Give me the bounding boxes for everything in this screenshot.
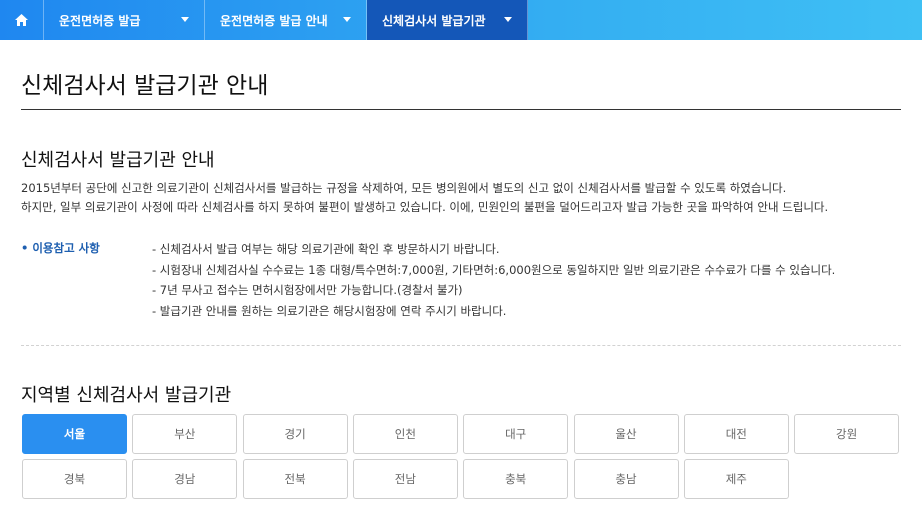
section-title: 신체검사서 발급기관 안내 xyxy=(21,150,215,171)
notice-item: - 신체검사서 발급 여부는 해당 의료기관에 확인 후 방문하시기 바랍니다. xyxy=(152,242,500,256)
region-button-ulsan[interactable]: 울산 xyxy=(573,414,679,454)
nav-menu-license-issue-guide[interactable]: 운전면허증 발급 안내 xyxy=(205,0,367,40)
page-title: 신체검사서 발급기관 안내 xyxy=(21,73,269,99)
region-button-jeonnam[interactable]: 전남 xyxy=(352,459,458,499)
nav-menu-label: 운전면허증 발급 안내 xyxy=(220,14,328,28)
title-divider xyxy=(21,109,901,110)
nav-menu-license-issue[interactable]: 운전면허증 발급 xyxy=(44,0,205,40)
top-navigation: 운전면허증 발급 운전면허증 발급 안내 신체검사서 발급기관 xyxy=(0,0,922,40)
section-divider xyxy=(21,345,901,346)
region-button-gyeongbuk[interactable]: 경북 xyxy=(22,459,127,499)
notice-label: • 이용참고 사항 xyxy=(21,241,100,255)
region-button-chungbuk[interactable]: 충북 xyxy=(463,459,569,499)
region-section-title: 지역별 신체검사서 발급기관 xyxy=(21,385,232,406)
caret-down-icon xyxy=(343,17,351,22)
home-button[interactable] xyxy=(0,0,44,40)
region-button-daejeon[interactable]: 대전 xyxy=(683,414,789,454)
region-button-gyeonggi[interactable]: 경기 xyxy=(242,414,348,454)
region-button-incheon[interactable]: 인천 xyxy=(352,414,458,454)
nav-menu-label: 신체검사서 발급기관 xyxy=(382,14,486,28)
region-button-seoul[interactable]: 서울 xyxy=(22,414,127,454)
region-button-gangwon[interactable]: 강원 xyxy=(794,414,900,454)
nav-menu-label: 운전면허증 발급 xyxy=(59,14,141,28)
notice-item: - 시험장내 신체검사실 수수료는 1종 대형/특수면허:7,000원, 기타면… xyxy=(152,263,836,277)
intro-text: 하지만, 일부 의료기관이 사정에 따라 신체검사를 하지 못하여 불편이 발생… xyxy=(21,200,829,214)
region-button-busan[interactable]: 부산 xyxy=(132,414,238,454)
region-button-jeonbuk[interactable]: 전북 xyxy=(242,459,348,499)
region-button-jeju[interactable]: 제주 xyxy=(683,459,789,499)
caret-down-icon xyxy=(504,17,512,22)
notice-item: - 7년 무사고 접수는 면허시험장에서만 가능합니다.(경찰서 불가) xyxy=(152,283,463,297)
region-button-chungnam[interactable]: 충남 xyxy=(573,459,679,499)
caret-down-icon xyxy=(181,17,189,22)
notice-item: - 발급기관 안내를 원하는 의료기관은 해당시험장에 연락 주시기 바랍니다. xyxy=(152,304,507,318)
home-icon xyxy=(15,14,28,26)
intro-text: 2015년부터 공단에 신고한 의료기관이 신체검사서를 발급하는 규정을 삭제… xyxy=(21,181,787,195)
nav-menu-checkup-institutions[interactable]: 신체검사서 발급기관 xyxy=(367,0,528,40)
region-button-gyeongnam[interactable]: 경남 xyxy=(132,459,238,499)
region-button-daegu[interactable]: 대구 xyxy=(463,414,569,454)
